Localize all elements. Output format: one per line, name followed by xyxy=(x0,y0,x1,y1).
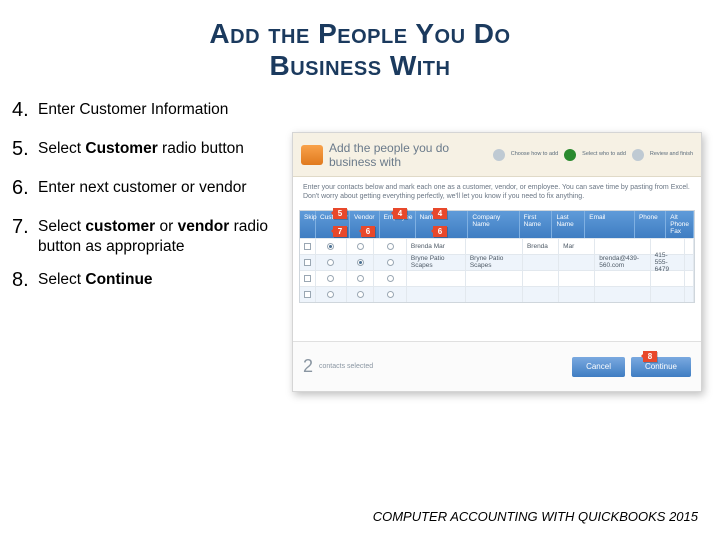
col-email: Email xyxy=(585,211,635,238)
cell-phone[interactable]: 415-555-6479 xyxy=(651,255,685,270)
dialog-title: Add the people you do business with xyxy=(329,141,487,169)
slide-title: Add the People You Do Business With xyxy=(0,0,720,82)
cell-alt[interactable] xyxy=(685,239,694,254)
contacts-icon xyxy=(301,145,323,165)
callout-7: 7 xyxy=(333,226,347,237)
dialog-header: Add the people you do business with Choo… xyxy=(293,133,701,177)
steps-list: 4. Enter Customer Information 5. Select … xyxy=(12,100,292,309)
cell-company[interactable]: Bryne Patio Scapes xyxy=(466,255,523,270)
wizard-dot-1 xyxy=(493,149,505,161)
wizard-label-2: Select who to add xyxy=(582,152,626,158)
employee-radio[interactable] xyxy=(387,259,394,266)
callout-5: 5 xyxy=(333,208,347,219)
title-line-2: Business With xyxy=(0,50,720,82)
step-number: 8. xyxy=(12,268,38,293)
cell-first[interactable]: Brenda xyxy=(523,239,559,254)
step-number: 7. xyxy=(12,215,38,240)
continue-button[interactable]: Continue 8 xyxy=(631,357,691,377)
callout-6a: 6 xyxy=(361,226,375,237)
step-4: 4. Enter Customer Information xyxy=(12,100,282,125)
step-7: 7. Select customer or vendor radio butto… xyxy=(12,217,282,256)
footer-citation: COMPUTER ACCOUNTING WITH QUICKBOOKS 2015 xyxy=(373,509,698,524)
screenshot-figure: Add the people you do business with Choo… xyxy=(292,100,708,309)
wizard-steps: Choose how to add Select who to add Revi… xyxy=(493,149,693,161)
wizard-dot-2 xyxy=(564,149,576,161)
table-row xyxy=(300,286,694,302)
step-text: Enter next customer or vendor xyxy=(38,178,247,197)
selected-count-label: contacts selected xyxy=(319,363,373,370)
slide-content: 4. Enter Customer Information 5. Select … xyxy=(0,82,720,309)
vendor-radio[interactable] xyxy=(357,275,364,282)
cell-name[interactable]: Bryne Patio Scapes xyxy=(407,255,466,270)
dialog-subtext: Enter your contacts below and mark each … xyxy=(293,177,701,209)
cell-alt[interactable] xyxy=(685,255,694,270)
cell-name[interactable]: Brenda Mar xyxy=(407,239,466,254)
col-last: Last Name xyxy=(552,211,585,238)
table-row: Bryne Patio Scapes Bryne Patio Scapes br… xyxy=(300,254,694,270)
callout-4a: 4 xyxy=(393,208,407,219)
callout-8: 8 xyxy=(643,351,657,362)
vendor-radio[interactable] xyxy=(357,243,364,250)
step-number: 6. xyxy=(12,176,38,201)
wizard-label-3: Review and finish xyxy=(650,152,693,158)
vendor-radio[interactable] xyxy=(357,259,364,266)
table-row: Brenda Mar Brenda Mar xyxy=(300,238,694,254)
step-number: 5. xyxy=(12,137,38,162)
step-text: Select Continue xyxy=(38,270,153,289)
employee-radio[interactable] xyxy=(387,243,394,250)
wizard-label-1: Choose how to add xyxy=(511,152,558,158)
cell-company[interactable] xyxy=(466,239,523,254)
col-company: Company Name xyxy=(468,211,519,238)
title-line-1: Add the People You Do xyxy=(0,18,720,50)
employee-radio[interactable] xyxy=(387,275,394,282)
dialog-panel: Add the people you do business with Choo… xyxy=(292,132,702,392)
col-first: First Name xyxy=(520,211,553,238)
customer-radio[interactable] xyxy=(327,259,334,266)
cell-email[interactable]: brenda@439-560.com xyxy=(595,255,650,270)
col-skip: Skip xyxy=(300,211,316,238)
vendor-radio[interactable] xyxy=(357,291,364,298)
customer-radio[interactable] xyxy=(327,243,334,250)
selected-count: 2 contacts selected xyxy=(303,356,373,377)
cancel-button[interactable]: Cancel xyxy=(572,357,625,377)
skip-checkbox[interactable] xyxy=(304,275,311,282)
wizard-dot-3 xyxy=(632,149,644,161)
callout-6b: 6 xyxy=(433,226,447,237)
step-6: 6. Enter next customer or vendor xyxy=(12,178,282,203)
skip-checkbox[interactable] xyxy=(304,291,311,298)
col-alt: Alt Phone Fax xyxy=(666,211,694,238)
selected-count-num: 2 xyxy=(303,356,313,377)
skip-checkbox[interactable] xyxy=(304,243,311,250)
step-text: Enter Customer Information xyxy=(38,100,228,119)
step-5: 5. Select Customer radio button xyxy=(12,139,282,164)
cell-first[interactable] xyxy=(523,255,559,270)
step-text: Select customer or vendor radio button a… xyxy=(38,217,282,256)
skip-checkbox[interactable] xyxy=(304,259,311,266)
cell-last[interactable]: Mar xyxy=(559,239,595,254)
dialog-footer: 2 contacts selected Cancel Continue 8 xyxy=(293,341,701,391)
col-phone: Phone xyxy=(635,211,666,238)
customer-radio[interactable] xyxy=(327,291,334,298)
step-text: Select Customer radio button xyxy=(38,139,244,158)
customer-radio[interactable] xyxy=(327,275,334,282)
callout-4b: 4 xyxy=(433,208,447,219)
cell-email[interactable] xyxy=(595,239,650,254)
step-number: 4. xyxy=(12,98,38,123)
contacts-grid: Skip Customer Vendor Employee Name Compa… xyxy=(299,210,695,303)
step-8: 8. Select Continue xyxy=(12,270,282,295)
table-row xyxy=(300,270,694,286)
employee-radio[interactable] xyxy=(387,291,394,298)
cell-last[interactable] xyxy=(559,255,595,270)
